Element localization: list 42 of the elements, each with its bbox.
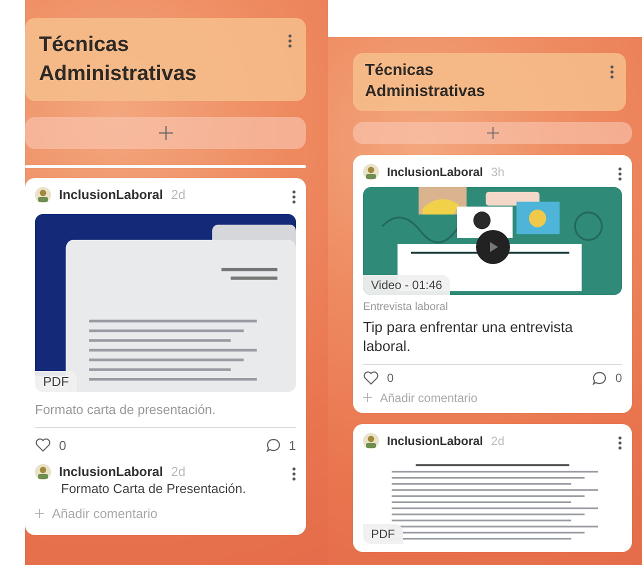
attachment-label: PDF <box>35 370 77 392</box>
post-card[interactable]: InclusionLaboral 3h Video - 01:46 Entrevista laboral Tip para enfrentar una entrevista laboral. 0 0 Añadir comentario <box>353 154 632 413</box>
post-card[interactable]: InclusionLaboral 2d PDF Formato carta de presentación. 0 1 InclusionLaboral 2d Formato Carta de Presentación. Añadir comentario <box>25 178 306 535</box>
more-options-icon[interactable] <box>610 65 614 79</box>
like-count: 0 <box>59 438 66 453</box>
post-time: 3h <box>491 164 504 179</box>
comment-text: Formato Carta de Presentación. <box>61 480 247 496</box>
more-options-icon[interactable] <box>292 190 296 204</box>
author-name: InclusionLaboral <box>59 464 164 480</box>
comment-time: 2d <box>171 464 186 480</box>
author-name: InclusionLaboral <box>387 164 484 179</box>
avatar-icon <box>35 464 51 480</box>
attachment-label: PDF <box>363 524 403 544</box>
like-count: 0 <box>387 370 394 385</box>
attachment-title: Formato carta de presentación. <box>35 402 217 417</box>
post-body: Tip para enfrentar una entrevista laboral. <box>363 318 574 358</box>
attachment-title: Entrevista laboral <box>363 300 449 313</box>
comment-icon[interactable] <box>266 438 281 452</box>
column-title: Técnicas Administrativas <box>39 32 198 88</box>
column-title: Técnicas Administrativas <box>365 61 486 102</box>
avatar-icon <box>363 432 379 449</box>
more-options-icon[interactable] <box>618 166 622 181</box>
author-name: InclusionLaboral <box>387 434 484 448</box>
comment-count: 0 <box>615 370 622 385</box>
attachment-label: Video - 01:46 <box>363 274 450 295</box>
post-card[interactable]: InclusionLaboral 2d PDF <box>353 424 632 552</box>
more-options-icon[interactable] <box>618 436 622 450</box>
plus-icon <box>35 508 44 518</box>
plus-icon <box>363 393 372 402</box>
post-time: 2d <box>491 434 504 448</box>
comment-count: 1 <box>288 438 296 453</box>
more-options-icon[interactable] <box>292 466 296 481</box>
avatar-icon <box>35 186 51 203</box>
post-time: 2d <box>171 187 186 202</box>
heart-icon[interactable] <box>363 370 379 385</box>
comment-icon[interactable] <box>592 370 608 385</box>
plus-icon <box>486 126 498 139</box>
more-options-icon[interactable] <box>288 34 292 48</box>
avatar-icon <box>363 164 379 180</box>
heart-icon[interactable] <box>35 438 51 452</box>
author-name: InclusionLaboral <box>59 187 164 202</box>
plus-icon <box>158 126 172 140</box>
